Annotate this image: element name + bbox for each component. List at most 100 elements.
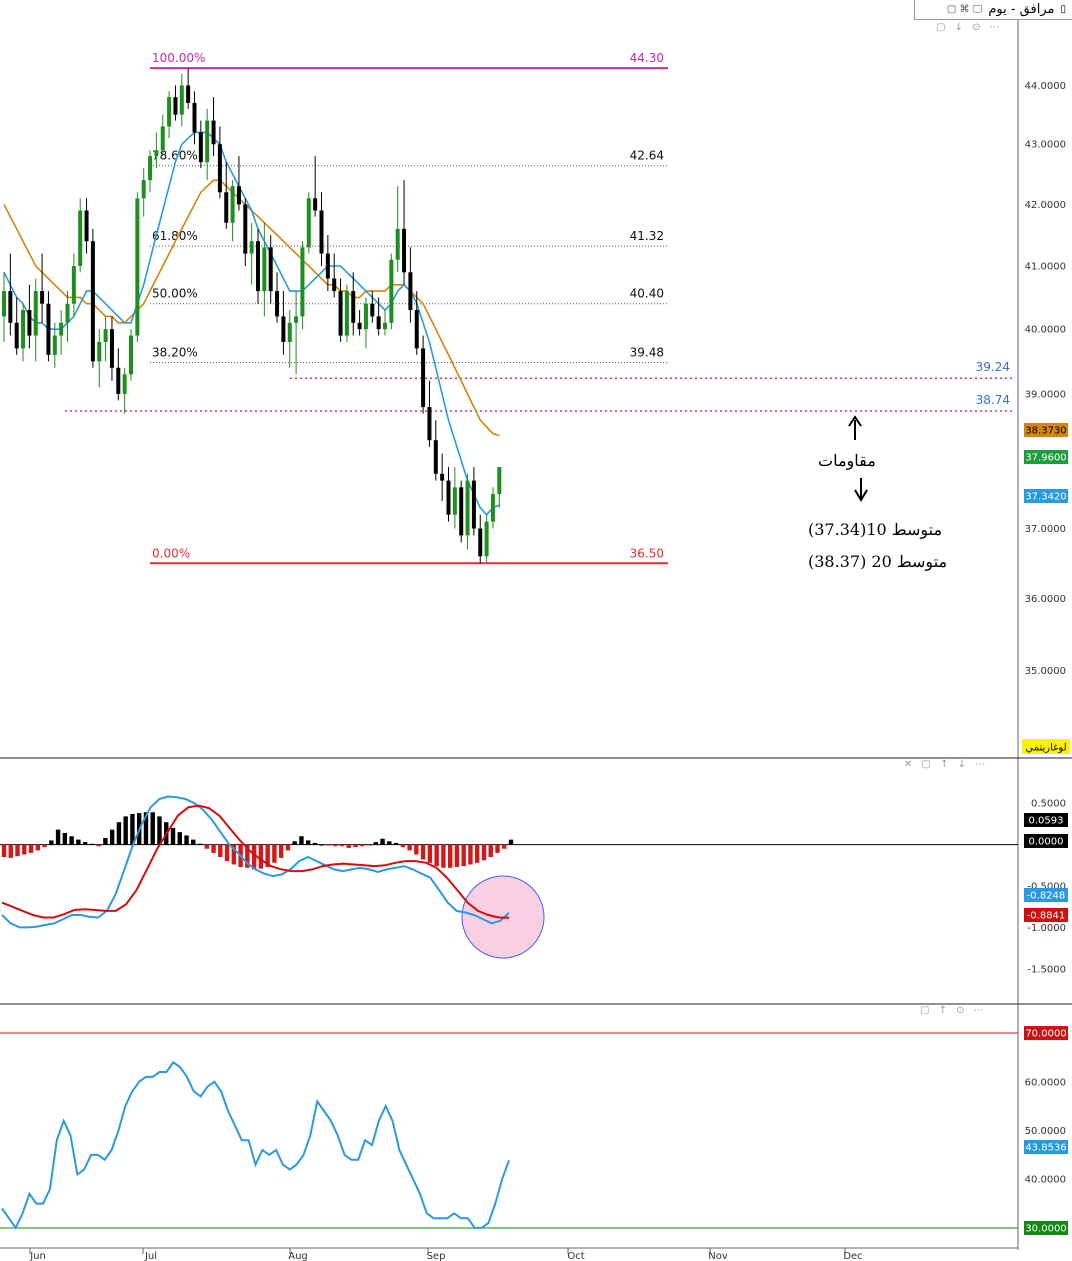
- candle-body: [116, 367, 121, 394]
- macd-histogram-bar: [481, 844, 487, 861]
- ma10-line: [3, 131, 500, 516]
- fib-price-label: 41.32: [630, 229, 664, 243]
- macd-histogram-bar: [177, 832, 182, 845]
- fib-ratio-label: 50.00%: [152, 287, 198, 301]
- price-tick-label: 41.0000: [1025, 262, 1066, 273]
- candle-body: [300, 247, 305, 317]
- macd-histogram-bar: [447, 844, 453, 868]
- title-icon: ▯: [1060, 4, 1066, 15]
- fib-price-label: 36.50: [630, 546, 664, 560]
- rsi-upper-tag: 70.0000: [1025, 1029, 1066, 1040]
- macd-panel-controls[interactable]: ✕ ▢ ↑ ↓ ⋯: [904, 759, 988, 770]
- macd-histogram-bar: [109, 829, 115, 845]
- macd-histogram-bar: [393, 842, 399, 845]
- macd-histogram-bar: [130, 813, 135, 845]
- macd-histogram-bar: [272, 844, 277, 863]
- window-controls[interactable]: ▢ ⌘ 🖵: [947, 4, 982, 15]
- candle-body: [109, 329, 114, 368]
- price-panel-controls[interactable]: ▢ ↓ ⊙ ⋯: [936, 22, 1003, 33]
- macd-histogram-bar: [360, 844, 365, 847]
- macd-tick-label: -1.0000: [1027, 923, 1066, 934]
- fib-ratio-label: 38.20%: [152, 346, 198, 360]
- macd-histogram-bar: [123, 816, 128, 845]
- candle-body: [59, 322, 64, 336]
- candle-body: [427, 407, 432, 441]
- candle-body: [376, 316, 381, 330]
- chart-title-bar: ▢ ⌘ 🖵 مرافق - يوم ▯: [914, 0, 1072, 20]
- ma20-value-tag: 38.3730: [1025, 426, 1066, 437]
- macd-histogram-bar: [319, 844, 324, 846]
- macd-histogram-bar: [495, 844, 500, 853]
- candle-body: [8, 291, 13, 323]
- rsi-tick-label: 50.0000: [1025, 1126, 1066, 1137]
- candle-body: [198, 132, 203, 163]
- chart-canvas: 34.000035.000036.000037.000038.000039.00…: [0, 0, 1072, 1261]
- fib-ratio-label: 0.00%: [152, 546, 190, 560]
- macd-histogram-bar: [8, 844, 13, 858]
- candle-body: [122, 374, 127, 394]
- candle-body: [148, 156, 153, 181]
- macd-histogram-bar: [89, 843, 95, 845]
- time-axis-label: Aug: [288, 1251, 308, 1261]
- macd-histogram-bar: [387, 841, 392, 845]
- macd-histogram-bar: [82, 842, 88, 845]
- candle-body: [236, 186, 241, 205]
- candle-body: [160, 126, 165, 151]
- macd-histogram-bar: [441, 844, 446, 868]
- macd-histogram-bar: [211, 844, 216, 853]
- candle-body: [446, 480, 451, 515]
- time-axis-label: Nov: [708, 1251, 728, 1261]
- macd-histogram-bar: [15, 844, 20, 857]
- fib-price-label: 39.48: [630, 346, 664, 360]
- candle-body: [179, 85, 184, 115]
- arrow-down-icon: [854, 478, 868, 502]
- macd-histogram-bar: [224, 844, 230, 862]
- macd-histogram-bar: [35, 844, 40, 851]
- close-value-tag: 37.9600: [1025, 453, 1066, 464]
- candle-body: [306, 198, 311, 248]
- macd-histogram-bar: [353, 844, 358, 848]
- candle-body: [243, 204, 248, 254]
- candle-body: [40, 291, 45, 304]
- macd-histogram-bar: [312, 842, 318, 845]
- candle-body: [249, 241, 254, 254]
- candle-body: [294, 316, 299, 323]
- candle-body: [27, 310, 32, 336]
- macd-histogram-bar: [285, 844, 291, 851]
- resistance-price-label: 39.24: [976, 360, 1010, 374]
- price-tick-label: 36.0000: [1025, 594, 1066, 605]
- macd-zero-tag: 0.0000: [1029, 837, 1064, 848]
- macd-histogram-bar: [508, 839, 514, 845]
- macd-histogram-bar: [55, 829, 61, 845]
- candle-body: [332, 278, 337, 292]
- macd-histogram-bar: [306, 840, 311, 845]
- candle-body: [46, 303, 51, 355]
- macd-histogram-bar: [454, 844, 460, 867]
- macd-histogram-bar: [251, 844, 257, 870]
- candle-body: [351, 291, 356, 323]
- macd-hist-tag: 0.0593: [1029, 816, 1064, 827]
- candle-body: [192, 102, 197, 133]
- candle-body: [14, 322, 19, 349]
- candle-body: [497, 467, 502, 495]
- arrow-up-icon: [848, 415, 862, 440]
- macd-histogram-bar: [170, 828, 176, 845]
- macd-histogram-bar: [407, 844, 412, 851]
- candle-body: [71, 266, 76, 304]
- time-axis-label: Sep: [427, 1251, 446, 1261]
- candle-body: [65, 303, 70, 323]
- macd-histogram-bar: [116, 822, 122, 845]
- candle-body: [186, 85, 191, 103]
- rsi-lower-tag: 30.0000: [1025, 1223, 1066, 1234]
- candle-body: [2, 291, 6, 317]
- candle-body: [173, 97, 178, 115]
- log-scale-label: لوغاريتمي: [1025, 743, 1066, 754]
- candle-body: [205, 120, 210, 163]
- macd-histogram-bar: [184, 835, 189, 845]
- candle-body: [383, 322, 387, 330]
- rsi-panel-controls[interactable]: ▢ ↑ ⊙ ⋯: [920, 1005, 987, 1016]
- candle-body: [433, 440, 438, 474]
- macd-histogram-bar: [339, 844, 345, 847]
- candle-body: [313, 198, 318, 211]
- candle-body: [141, 180, 146, 199]
